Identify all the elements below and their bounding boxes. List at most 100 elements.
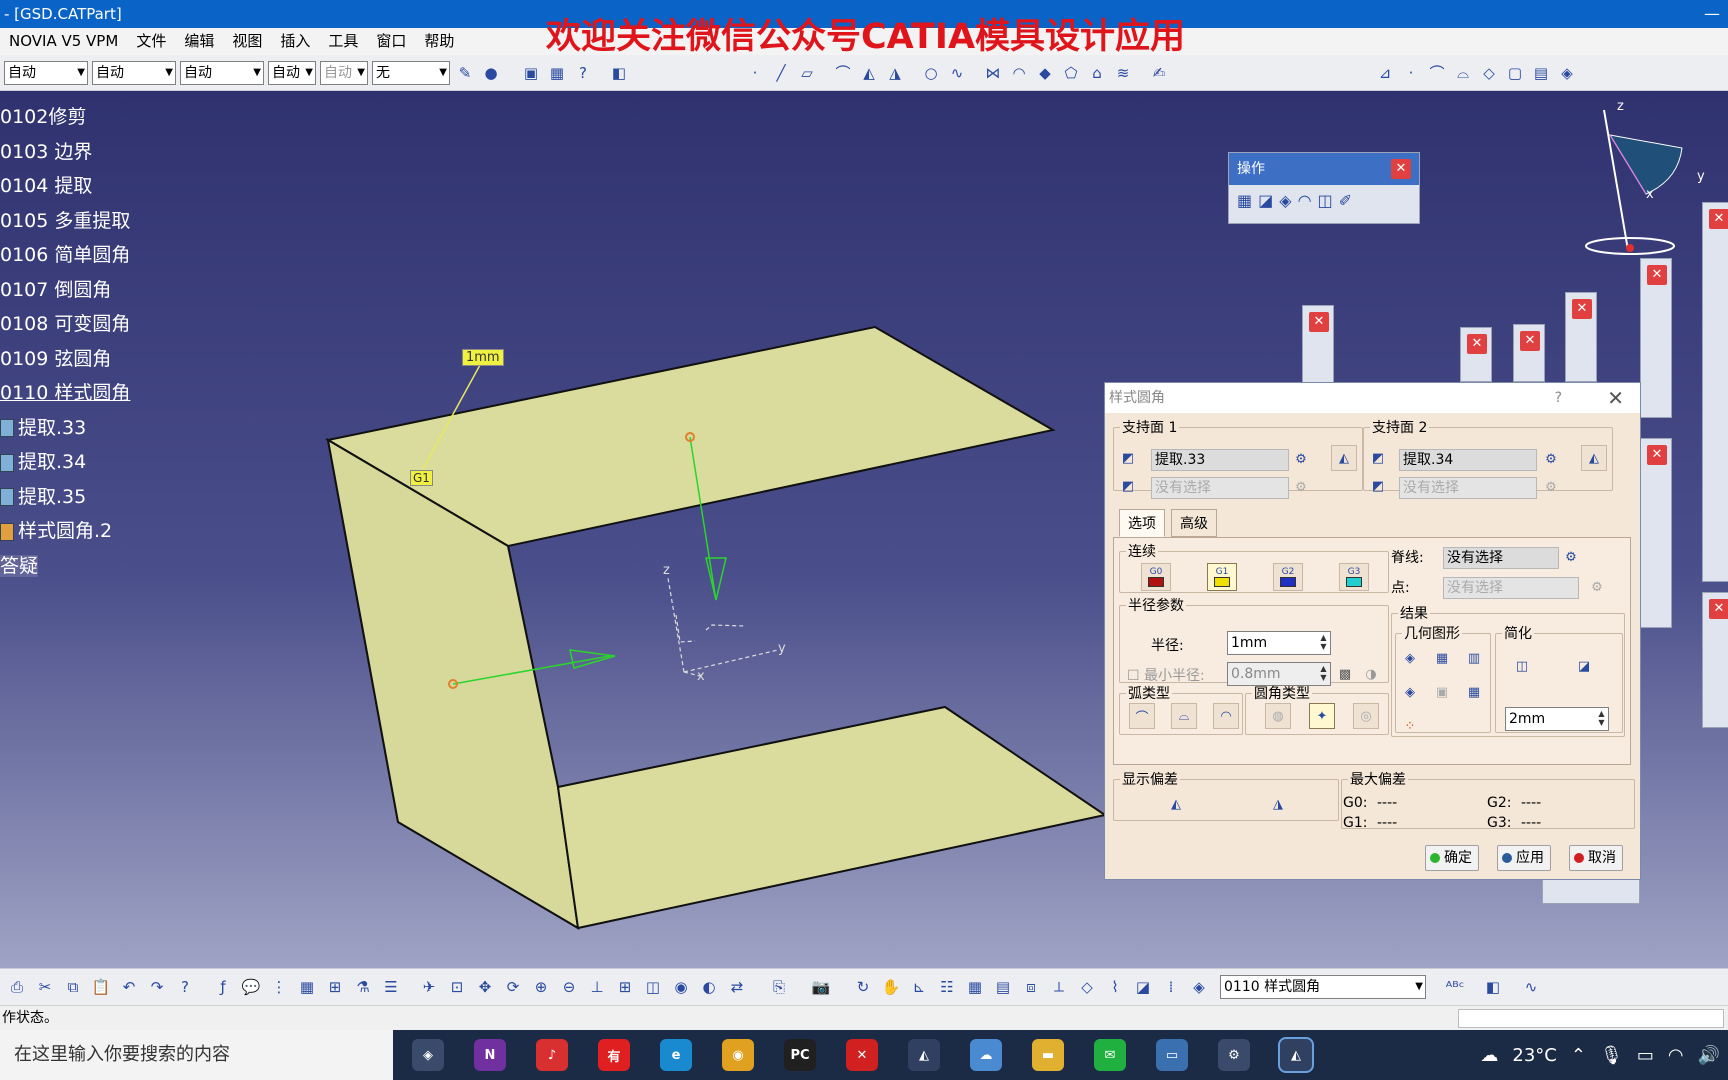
extrapolate-icon[interactable]: ▣ <box>1429 679 1455 705</box>
pan-icon[interactable]: ✥ <box>474 976 496 998</box>
surface-icon[interactable]: ◩ <box>1365 445 1391 471</box>
spell-icon[interactable]: ᴬᴮᶜ <box>1444 976 1466 998</box>
fit-all-icon[interactable]: ⊡ <box>446 976 468 998</box>
fillet-variable-icon[interactable]: ◍ <box>1265 703 1291 729</box>
simplify-icon[interactable]: ◫ <box>1509 653 1535 679</box>
camera-icon[interactable]: 📷 <box>810 976 832 998</box>
tree-item[interactable]: 0108 可变圆角 <box>0 309 130 344</box>
layer-icon[interactable]: ◈ <box>1188 976 1210 998</box>
fillet-min-icon[interactable]: ◎ <box>1353 703 1379 729</box>
linetype-combo[interactable]: 自动 <box>92 60 176 85</box>
ok-button[interactable]: 确定 <box>1425 845 1479 871</box>
taskbar-app-icon[interactable]: ◈ <box>412 1039 444 1071</box>
desktop-icon[interactable]: ▭ <box>1156 1039 1188 1071</box>
arc-blend-icon[interactable]: ⌒ <box>1129 703 1155 729</box>
apply-button[interactable]: 应用 <box>1497 845 1551 871</box>
table-icon[interactable]: ▦ <box>296 976 318 998</box>
link-icon[interactable]: ⋮ <box>268 976 290 998</box>
snap-icon[interactable]: ⧈ <box>1020 976 1042 998</box>
surface-icon[interactable]: ◩ <box>1115 473 1141 499</box>
chevron-up-icon[interactable]: ⌃ <box>1571 1045 1586 1066</box>
contact-icon[interactable]: ◭ <box>1581 445 1607 471</box>
close-icon[interactable]: ✕ <box>1607 383 1624 413</box>
paste-icon[interactable]: 📋 <box>90 976 112 998</box>
mic-icon[interactable]: 🎙 <box>1600 1045 1623 1066</box>
untrim-icon[interactable]: ◈ <box>1279 191 1291 210</box>
trim-icon[interactable]: ◈ <box>1397 645 1423 671</box>
support1-curve-field[interactable]: 没有选择 <box>1151 477 1289 499</box>
menu-file[interactable]: 文件 <box>127 28 175 55</box>
xmind-icon[interactable]: ✕ <box>846 1039 878 1071</box>
close-icon[interactable]: ✕ <box>1709 209 1728 229</box>
chrome-icon[interactable]: ◉ <box>722 1039 754 1071</box>
taskbar-search[interactable]: 在这里输入你要搜索的内容 <box>0 1030 393 1080</box>
join-icon[interactable]: ▦ <box>1237 191 1252 210</box>
zoom-in-icon[interactable]: ⊕ <box>530 976 552 998</box>
layer-filter-combo[interactable]: 无 <box>372 60 450 85</box>
min-radius-checkbox[interactable]: ☐ 最小半径: <box>1127 665 1205 685</box>
edge-icon[interactable]: e <box>660 1039 692 1071</box>
tree-item[interactable]: 答疑 <box>0 551 130 586</box>
transform-icon[interactable]: ✐ <box>1339 191 1352 210</box>
knowledge-icon[interactable]: ⚗ <box>352 976 374 998</box>
tree-item[interactable]: 0107 倒圆角 <box>0 275 130 310</box>
measure-icon[interactable]: ⟂ <box>1048 976 1070 998</box>
onenote-icon[interactable]: N <box>474 1039 506 1071</box>
whats-this-icon[interactable]: ? <box>174 976 196 998</box>
analysis-icon[interactable]: ⊿ <box>1374 62 1396 84</box>
color-combo[interactable]: 自动 <box>4 60 88 85</box>
command-input[interactable] <box>1458 1009 1724 1028</box>
tree-item[interactable]: 0109 弦圆角 <box>0 344 130 379</box>
box-icon[interactable]: ▢ <box>1504 62 1526 84</box>
edit-icon[interactable]: ⚙ <box>1539 447 1563 471</box>
point-field[interactable]: 没有选择 <box>1443 577 1579 599</box>
grid-icon[interactable]: ▦ <box>546 62 568 84</box>
current-feature-combo[interactable]: 0110 样式圆角 <box>1220 975 1426 999</box>
gear-icon[interactable]: ⚙ <box>1218 1039 1250 1071</box>
edit-icon[interactable]: ⚙ <box>1559 545 1583 569</box>
sketch-icon[interactable]: ▣ <box>520 62 542 84</box>
layer-combo[interactable]: 自动 <box>320 60 368 85</box>
extrude-icon[interactable]: ⌒ <box>832 62 854 84</box>
circle-icon[interactable]: ○ <box>920 62 942 84</box>
catia-active-icon[interactable]: ◭ <box>1278 1037 1314 1073</box>
curve-icon[interactable]: ⌒ <box>1426 62 1448 84</box>
catalog-icon[interactable]: ◧ <box>608 62 630 84</box>
close-icon[interactable]: ✕ <box>1647 265 1667 285</box>
line-icon[interactable]: ╱ <box>770 62 792 84</box>
tree-icon[interactable]: ⊞ <box>324 976 346 998</box>
minimize-icon[interactable]: — <box>1704 0 1720 28</box>
multi-patch-icon[interactable]: ▦ <box>1461 679 1487 705</box>
cut-icon[interactable]: ✂ <box>34 976 56 998</box>
menu-window[interactable]: 窗口 <box>367 28 415 55</box>
list-icon[interactable]: ☰ <box>380 976 402 998</box>
g3-button[interactable]: G3 <box>1339 563 1369 591</box>
tree-feature[interactable]: 提取.35 <box>0 482 130 517</box>
small-patch-icon[interactable]: ▦ <box>1429 645 1455 671</box>
edit-icon[interactable]: ⚙ <box>1585 575 1609 599</box>
tolerance-icon[interactable]: ◪ <box>1571 653 1597 679</box>
untrim-icon[interactable]: ◆ <box>1034 62 1056 84</box>
boundary-icon[interactable]: ◪ <box>1132 976 1154 998</box>
tree-item[interactable]: 0105 多重提取 <box>0 206 130 241</box>
g0-button[interactable]: G0 <box>1141 563 1171 591</box>
fly-icon[interactable]: ✈ <box>418 976 440 998</box>
tree-expand-icon[interactable]: ☷ <box>936 976 958 998</box>
radius-input[interactable]: 1mm <box>1227 631 1331 655</box>
close-icon[interactable]: ✕ <box>1520 331 1540 351</box>
fillet-icon[interactable]: ◠ <box>1298 191 1312 210</box>
spine-field[interactable]: 没有选择 <box>1443 547 1559 569</box>
redo-icon[interactable]: ↷ <box>146 976 168 998</box>
hide-show-icon[interactable]: ◐ <box>698 976 720 998</box>
work-on-support-icon[interactable]: ▤ <box>992 976 1014 998</box>
menu-view[interactable]: 视图 <box>223 28 271 55</box>
split-icon[interactable]: ≋ <box>1112 62 1134 84</box>
g1-button[interactable]: G1 <box>1207 563 1237 591</box>
tree-item[interactable]: 0104 提取 <box>0 171 130 206</box>
whats-this-icon[interactable]: ? <box>572 62 594 84</box>
undo-icon[interactable]: ↶ <box>118 976 140 998</box>
cancel-button[interactable]: 取消 <box>1569 845 1623 871</box>
heal-icon[interactable]: ◪ <box>1258 191 1273 210</box>
cell-icon[interactable]: ⁘ <box>1397 713 1423 739</box>
catalog-icon[interactable]: ◧ <box>1482 976 1504 998</box>
